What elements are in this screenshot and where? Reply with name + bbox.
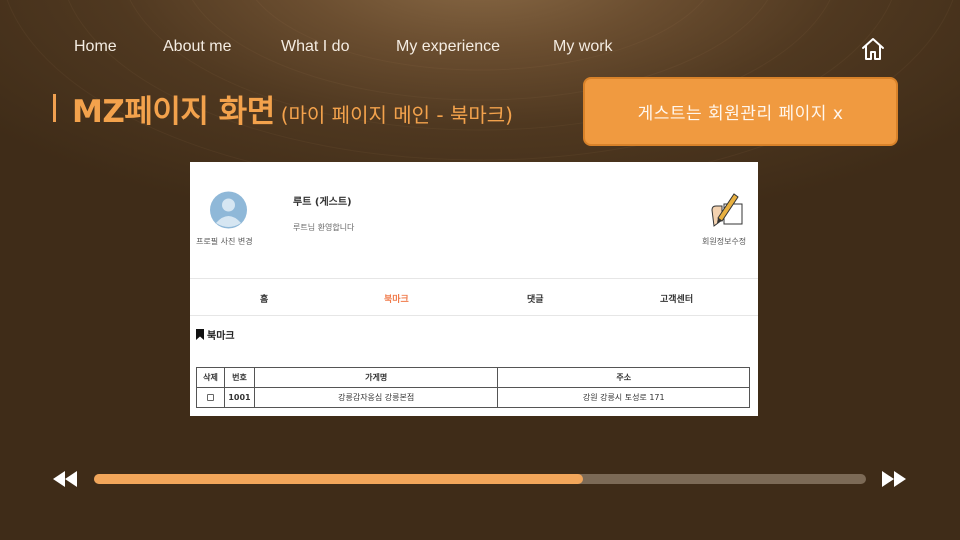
row-store[interactable]: 강릉감자옹심 강릉본점 <box>253 387 499 408</box>
avatar-change-label[interactable]: 프로필 사진 변경 <box>196 236 253 247</box>
table-row: 1001 강릉감자옹심 강릉본점 강원 강릉시 토성로 171 <box>196 387 750 408</box>
delete-cell <box>196 387 225 408</box>
avatar-icon[interactable] <box>210 189 247 231</box>
nav-item-about-me[interactable]: About me <box>163 38 231 56</box>
user-name: 루트 (게스트) <box>293 197 352 208</box>
tab-home[interactable]: 홈 <box>260 292 268 305</box>
mypage-screenshot: 프로필 사진 변경 루트 (게스트) 루트님 환영합니다 회원정보수정 홈 북마… <box>190 162 758 416</box>
page-title-main: MZ페이지 화면 <box>72 94 275 130</box>
tab-bookmark[interactable]: 북마크 <box>384 292 409 305</box>
tab-customer-center[interactable]: 고객센터 <box>660 292 693 305</box>
delete-checkbox[interactable] <box>206 394 214 401</box>
bookmark-table: 삭제 번호 가게명 주소 1001 강릉감자옹심 강릉본점 강원 강릉시 토성로… <box>196 367 750 408</box>
divider <box>190 315 758 316</box>
divider <box>190 278 758 279</box>
bookmark-heading-text: 북마크 <box>207 331 235 342</box>
column-header-number: 번호 <box>223 367 255 388</box>
page-title-sub: (마이 페이지 메인 - 북마크) <box>280 103 513 127</box>
progress-fill <box>94 474 584 484</box>
welcome-text: 루트님 환영합니다 <box>293 223 355 232</box>
guest-note-callout: 게스트는 회원관리 페이지 x <box>583 77 898 146</box>
progress-bar[interactable] <box>94 474 866 484</box>
nav-item-my-work[interactable]: My work <box>553 38 613 56</box>
guest-note-text: 게스트는 회원관리 페이지 x <box>637 104 844 124</box>
rewind-icon[interactable] <box>53 471 77 487</box>
fast-forward-icon[interactable] <box>882 471 906 487</box>
nav-item-my-experience[interactable]: My experience <box>396 38 500 56</box>
edit-profile-pen-icon[interactable] <box>706 190 746 230</box>
column-header-store: 가게명 <box>253 367 499 388</box>
home-icon[interactable] <box>860 36 886 62</box>
table-header-row: 삭제 번호 가게명 주소 <box>196 367 750 388</box>
column-header-address: 주소 <box>497 367 750 388</box>
title-accent-bar <box>53 94 56 122</box>
row-number: 1001 <box>223 387 255 408</box>
nav-item-what-i-do[interactable]: What I do <box>281 38 349 56</box>
bookmark-icon <box>196 329 204 340</box>
tab-comments[interactable]: 댓글 <box>527 292 544 305</box>
bookmark-heading: 북마크 <box>196 327 235 342</box>
column-header-delete: 삭제 <box>196 367 225 388</box>
edit-profile-label[interactable]: 회원정보수정 <box>702 236 746 247</box>
page-title: MZ페이지 화면 (마이 페이지 메인 - 북마크) <box>72 86 513 131</box>
nav-item-home[interactable]: Home <box>74 38 117 56</box>
row-address: 강원 강릉시 토성로 171 <box>497 387 750 408</box>
